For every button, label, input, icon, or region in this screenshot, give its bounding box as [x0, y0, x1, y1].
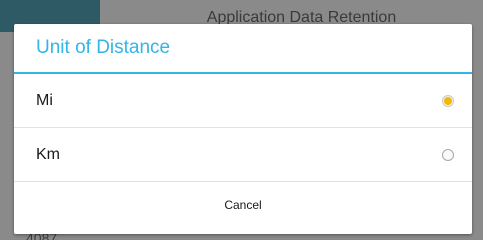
radio-mi-selected[interactable]	[442, 94, 454, 107]
radio-km[interactable]	[442, 148, 454, 161]
unit-of-distance-dialog: Unit of Distance Mi Km Cancel	[14, 24, 472, 234]
cancel-button[interactable]: Cancel	[14, 182, 472, 228]
dialog-header: Unit of Distance	[14, 24, 472, 74]
option-mi-label: Mi	[36, 91, 53, 109]
radio-dot-icon	[444, 96, 452, 105]
option-km-label: Km	[36, 145, 60, 163]
cancel-button-label: Cancel	[224, 198, 262, 212]
option-mi[interactable]: Mi	[14, 74, 472, 128]
dialog-title: Unit of Distance	[36, 37, 171, 58]
option-km[interactable]: Km	[14, 128, 472, 182]
